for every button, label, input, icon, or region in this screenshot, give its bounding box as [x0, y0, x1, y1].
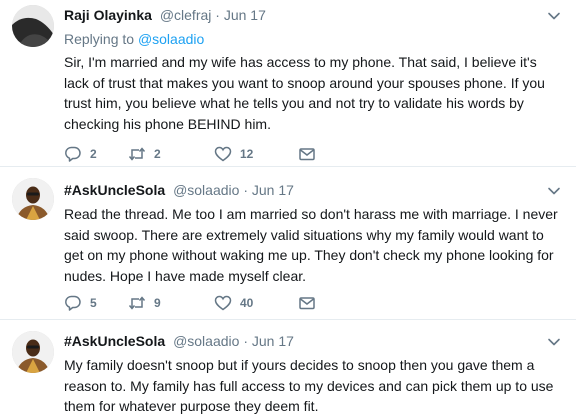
avatar[interactable]: [12, 5, 54, 47]
heart-icon: [214, 146, 232, 162]
like-count: 40: [240, 296, 254, 310]
display-name[interactable]: Raji Olayinka: [64, 7, 152, 23]
tweet[interactable]: #AskUncleSola @solaadio · Jun 17 Read th…: [0, 167, 576, 320]
avatar[interactable]: [12, 178, 54, 220]
chevron-down-icon[interactable]: [546, 334, 562, 350]
reply-button[interactable]: 2: [64, 145, 128, 163]
tweet-header: #AskUncleSola @solaadio · Jun 17: [64, 332, 566, 350]
reply-icon: [65, 295, 81, 311]
username[interactable]: @solaadio: [173, 333, 239, 349]
tweet-text: My family doesn't snoop but if yours dec…: [64, 357, 554, 414]
replying-to-link[interactable]: @solaadio: [138, 31, 204, 47]
retweet-button[interactable]: 9: [128, 294, 214, 312]
tweet[interactable]: #AskUncleSola @solaadio · Jun 17 My fami…: [0, 320, 576, 418]
reply-count: 5: [90, 296, 97, 310]
tweet-text: Sir, I'm married and my wife has access …: [64, 54, 545, 132]
reply-icon: [65, 146, 81, 162]
retweet-count: 9: [154, 296, 161, 310]
tweet-header: Raji Olayinka @clefraj · Jun 17: [64, 6, 566, 24]
replying-to: Replying to @solaadio: [64, 30, 566, 48]
retweet-icon: [128, 296, 146, 310]
timestamp[interactable]: Jun 17: [252, 333, 294, 349]
avatar[interactable]: [12, 331, 54, 373]
envelope-icon: [299, 148, 315, 161]
tweet-header: #AskUncleSola @solaadio · Jun 17: [64, 181, 566, 199]
separator: ·: [215, 7, 220, 23]
tweet-thread: Raji Olayinka @clefraj · Jun 17 Replying…: [0, 0, 576, 418]
timestamp[interactable]: Jun 17: [224, 7, 266, 23]
tweet-actions: 5 9 40: [64, 293, 484, 313]
display-name[interactable]: #AskUncleSola: [64, 333, 165, 349]
username[interactable]: @solaadio: [173, 182, 239, 198]
separator: ·: [243, 182, 248, 198]
retweet-icon: [128, 147, 146, 161]
like-count: 12: [240, 147, 254, 161]
chevron-down-icon[interactable]: [546, 8, 562, 24]
direct-message-button[interactable]: [298, 294, 316, 312]
username[interactable]: @clefraj: [160, 7, 212, 23]
reply-button[interactable]: 5: [64, 294, 128, 312]
retweet-button[interactable]: 2: [128, 145, 214, 163]
heart-icon: [214, 295, 232, 311]
display-name[interactable]: #AskUncleSola: [64, 182, 165, 198]
tweet[interactable]: Raji Olayinka @clefraj · Jun 17 Replying…: [0, 0, 576, 167]
replying-to-label: Replying to: [64, 31, 135, 47]
like-button[interactable]: 40: [214, 294, 298, 312]
timestamp[interactable]: Jun 17: [252, 182, 294, 198]
separator: ·: [243, 333, 248, 349]
envelope-icon: [299, 297, 315, 310]
tweet-actions: 2 2 12: [64, 144, 484, 164]
like-button[interactable]: 12: [214, 145, 298, 163]
chevron-down-icon[interactable]: [546, 183, 562, 199]
retweet-count: 2: [154, 147, 161, 161]
reply-count: 2: [90, 147, 97, 161]
direct-message-button[interactable]: [298, 145, 316, 163]
tweet-text: Read the thread. Me too I am married so …: [64, 206, 558, 284]
